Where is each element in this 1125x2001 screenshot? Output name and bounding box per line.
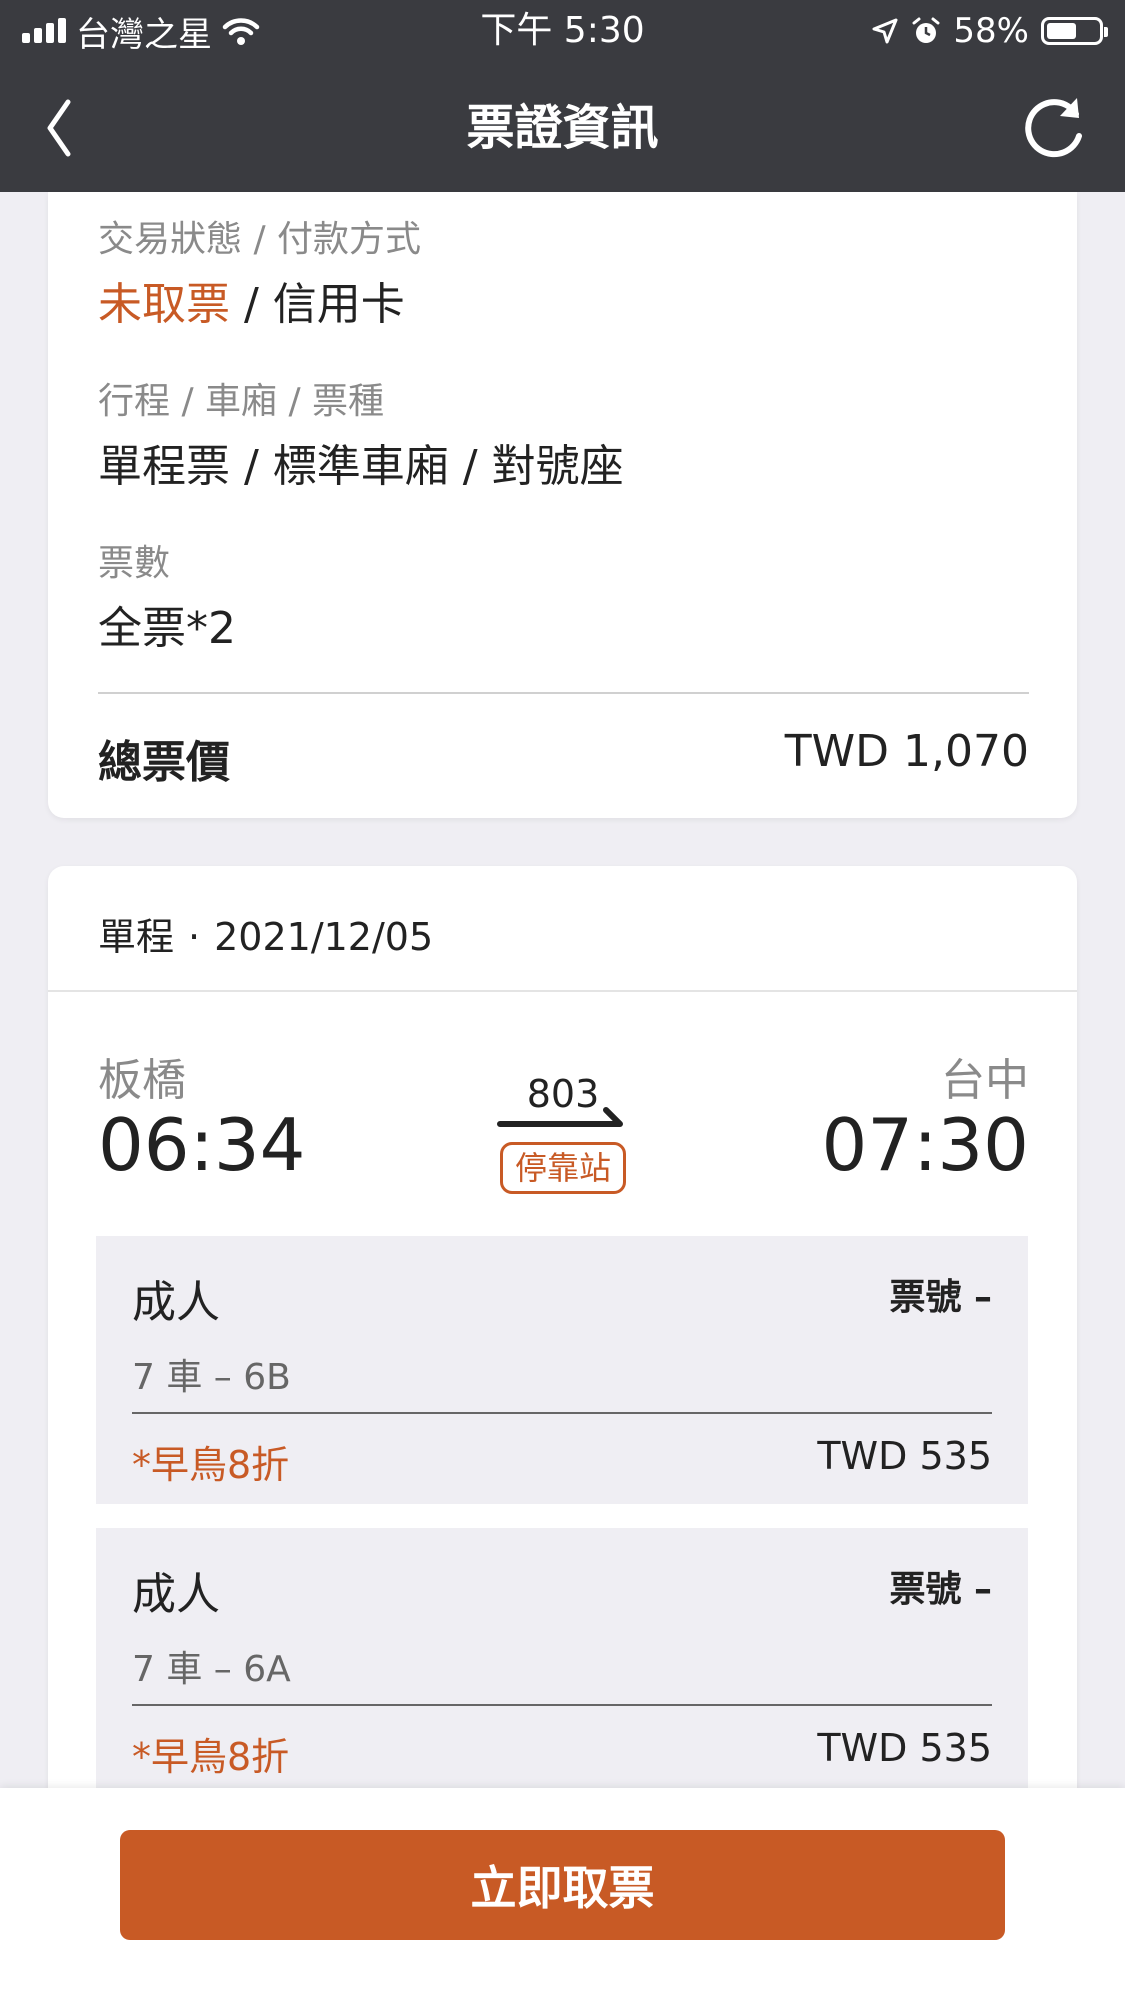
status-right: 58% <box>871 10 1108 52</box>
alarm-icon <box>912 17 940 43</box>
refresh-icon[interactable] <box>1019 92 1089 162</box>
seat-number: 7 車 – 6A <box>132 1649 291 1690</box>
discount-label: *早鳥8折 <box>132 1443 290 1487</box>
ticket-price: TWD 535 <box>817 1726 992 1770</box>
passenger-type: 成人 <box>132 1569 220 1620</box>
location-arrow-icon <box>872 18 898 44</box>
payment-method: 信用卡 <box>272 279 405 330</box>
ticket-summary-card: 交易狀態 / 付款方式 未取票 / 信用卡 行程 / 車廂 / 票種 單程票 /… <box>48 192 1077 818</box>
trip-class-value: 單程票 / 標準車廂 / 對號座 <box>98 441 624 492</box>
seat-divider <box>132 1704 992 1706</box>
stops-button[interactable]: 停靠站 <box>500 1142 626 1194</box>
passenger-type: 成人 <box>132 1277 220 1328</box>
seat-number: 7 車 – 6B <box>132 1357 291 1398</box>
departure-time: 06:34 <box>98 1103 306 1187</box>
battery-percent: 58% <box>953 11 1029 51</box>
discount-label: *早鳥8折 <box>132 1735 290 1779</box>
trip-class-label: 行程 / 車廂 / 票種 <box>98 381 385 422</box>
ticket-number: 票號 – <box>889 1569 992 1610</box>
trip-header-divider <box>48 990 1077 992</box>
ticket-count-value: 全票*2 <box>98 603 236 654</box>
nav-bar: 票證資訊 <box>0 62 1125 192</box>
departure-station: 板橋 <box>98 1055 186 1106</box>
divider <box>98 692 1029 694</box>
arrival-station: 台中 <box>941 1055 1029 1106</box>
trip-card: 單程 · 2021/12/05 板橋 台中 06:34 07:30 803 停靠站 … <box>48 866 1077 1876</box>
trip-type: 單程 <box>98 915 175 959</box>
page-title: 票證資訊 <box>466 100 659 156</box>
pickup-ticket-button[interactable]: 立即取票 <box>120 1830 1005 1940</box>
passenger-ticket: 成人 票號 – 7 車 – 6B *早鳥8折 TWD 535 <box>96 1236 1028 1504</box>
trip-date: 2021/12/05 <box>214 915 434 959</box>
status-payment-label: 交易狀態 / 付款方式 <box>98 219 422 260</box>
battery-icon <box>1041 17 1108 45</box>
ticket-count-label: 票數 <box>98 543 171 584</box>
ticket-status: 未取票 <box>98 279 230 330</box>
ticket-number: 票號 – <box>889 1277 992 1318</box>
arrow-right-icon <box>497 1107 623 1127</box>
status-separator: / <box>230 279 273 330</box>
seat-divider <box>132 1412 992 1414</box>
passenger-ticket: 成人 票號 – 7 車 – 6A *早鳥8折 TWD 535 <box>96 1528 1028 1796</box>
status-payment-value: 未取票 / 信用卡 <box>98 268 405 332</box>
ticket-price: TWD 535 <box>817 1434 992 1478</box>
total-price-value: TWD 1,070 <box>784 726 1029 777</box>
status-bar: 台灣之星 下午 5:30 58% <box>0 0 1125 62</box>
header-dot: · <box>188 915 201 959</box>
trip-header: 單程 · 2021/12/05 <box>98 906 433 961</box>
arrival-time: 07:30 <box>821 1103 1030 1187</box>
total-price-label: 總票價 <box>98 737 230 788</box>
bottom-action-bar: 立即取票 <box>0 1788 1125 2001</box>
